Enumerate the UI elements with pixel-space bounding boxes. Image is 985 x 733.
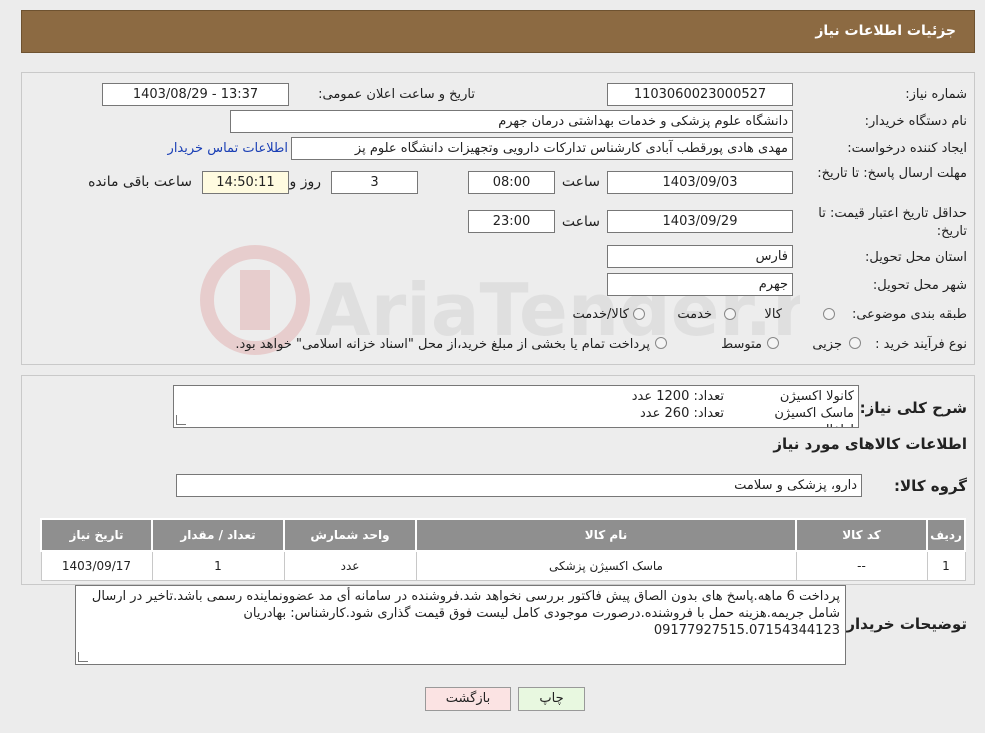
cell-name: ماسک اکسیژن پزشکی	[415, 550, 797, 581]
price-date-field: 1403/09/29	[607, 210, 793, 233]
category-radio-goods-service[interactable]	[633, 308, 645, 320]
category-label: طبقه بندی موضوعی:	[851, 307, 967, 322]
resize-grip-icon[interactable]	[78, 652, 88, 662]
province-field: فارس	[607, 245, 793, 268]
contact-info-link[interactable]: اطلاعات تماس خریدار	[168, 141, 288, 156]
province-label: استان محل تحویل:	[865, 250, 967, 265]
notes-label: توضیحات خریدار:	[840, 615, 967, 633]
col-header-name: نام کالا	[415, 518, 797, 552]
category-goods-service-label: کالا/خدمت	[572, 307, 629, 322]
table-row: 1 -- ماسک اکسیژن پزشکی عدد 1 1403/09/17	[40, 550, 966, 581]
remaining-time-field: 14:50:11	[202, 171, 289, 194]
goods-table: ردیف کد کالا نام کالا واحد شمارش تعداد /…	[40, 518, 966, 581]
goods-table-header: ردیف کد کالا نام کالا واحد شمارش تعداد /…	[40, 518, 966, 552]
summary-label: شرح کلی نیاز:	[859, 399, 967, 417]
reply-time-field: 08:00	[468, 171, 555, 194]
col-header-code: کد کالا	[795, 518, 928, 552]
buyer-org-field: دانشگاه علوم پزشکی و خدمات بهداشتی درمان…	[230, 110, 793, 133]
notes-text: پرداخت 6 ماهه.پاسخ های بدون الصاق پیش فا…	[91, 589, 840, 638]
goods-group-label: گروه کالا:	[894, 477, 967, 495]
days-field: 3	[331, 171, 418, 194]
price-validity-label: حداقل تاریخ اعتبار قیمت: تا تاریخ:	[818, 206, 967, 239]
process-medium-label: متوسط	[721, 337, 762, 352]
summary-line1-item: کانولا اکسیژن	[779, 389, 854, 404]
notes-textarea[interactable]: پرداخت 6 ماهه.پاسخ های بدون الصاق پیش فا…	[75, 585, 846, 665]
price-time-label: ساعت	[561, 214, 600, 230]
announce-field: 1403/08/29 - 13:37	[102, 83, 289, 106]
days-label: روز و	[289, 174, 322, 190]
process-label: نوع فرآیند خرید :	[875, 337, 967, 352]
need-number-field: 1103060023000527	[607, 83, 793, 106]
category-service-label: خدمت	[677, 307, 712, 322]
process-note: پرداخت تمام یا بخشی از مبلغ خرید،از محل …	[235, 337, 650, 352]
summary-line1-qty: تعداد: 1200 عدد	[631, 389, 724, 404]
city-field: جهرم	[607, 273, 793, 296]
category-radio-service[interactable]	[724, 308, 736, 320]
resize-grip-icon[interactable]	[176, 415, 186, 425]
reply-time-label: ساعت	[561, 174, 600, 190]
cell-qty: 1	[151, 550, 285, 581]
summary-line2-qty: تعداد: 260 عدد	[640, 406, 724, 421]
category-goods-label: کالا	[764, 307, 782, 322]
cell-date: 1403/09/17	[40, 550, 153, 581]
cell-unit: عدد	[283, 550, 417, 581]
announce-label: تاریخ و ساعت اعلان عمومی:	[318, 87, 475, 102]
col-header-qty: تعداد / مقدار	[151, 518, 285, 552]
back-button[interactable]: بازگشت	[425, 687, 511, 711]
need-number-label: شماره نیاز:	[905, 87, 967, 102]
summary-line2-item: ماسک اکسیژن اطفال	[774, 406, 854, 427]
goods-group-field: دارو، پزشکی و سلامت	[176, 474, 862, 497]
creator-label: ایجاد کننده درخواست:	[847, 141, 967, 156]
page-title: جزئیات اطلاعات نیاز	[815, 23, 956, 39]
cell-idx: 1	[926, 550, 966, 581]
reply-deadline-label: مهلت ارسال پاسخ: تا تاریخ:	[817, 166, 967, 181]
process-minor-label: جزیی	[812, 337, 842, 352]
col-header-date: تاریخ نیاز	[40, 518, 153, 552]
reply-date-field: 1403/09/03	[607, 171, 793, 194]
treasury-checkbox[interactable]	[655, 337, 667, 349]
price-time-field: 23:00	[468, 210, 555, 233]
process-radio-minor[interactable]	[849, 337, 861, 349]
category-radio-goods[interactable]	[823, 308, 835, 320]
city-label: شهر محل تحویل:	[872, 278, 967, 293]
cell-code: --	[795, 550, 928, 581]
buyer-org-label: نام دستگاه خریدار:	[864, 114, 967, 129]
col-header-row: ردیف	[926, 518, 966, 552]
remaining-time-label: ساعت باقی مانده	[88, 174, 192, 190]
col-header-unit: واحد شمارش	[283, 518, 417, 552]
process-radio-medium[interactable]	[767, 337, 779, 349]
creator-field: مهدی هادی پورقطب آبادی کارشناس تدارکات د…	[291, 137, 793, 160]
print-button[interactable]: چاپ	[518, 687, 585, 711]
goods-section-title: اطلاعات کالاهای مورد نیاز	[773, 435, 967, 453]
summary-textarea[interactable]: کانولا اکسیژن تعداد: 1200 عدد ماسک اکسیژن…	[173, 385, 859, 428]
page-header: جزئیات اطلاعات نیاز	[21, 10, 975, 53]
